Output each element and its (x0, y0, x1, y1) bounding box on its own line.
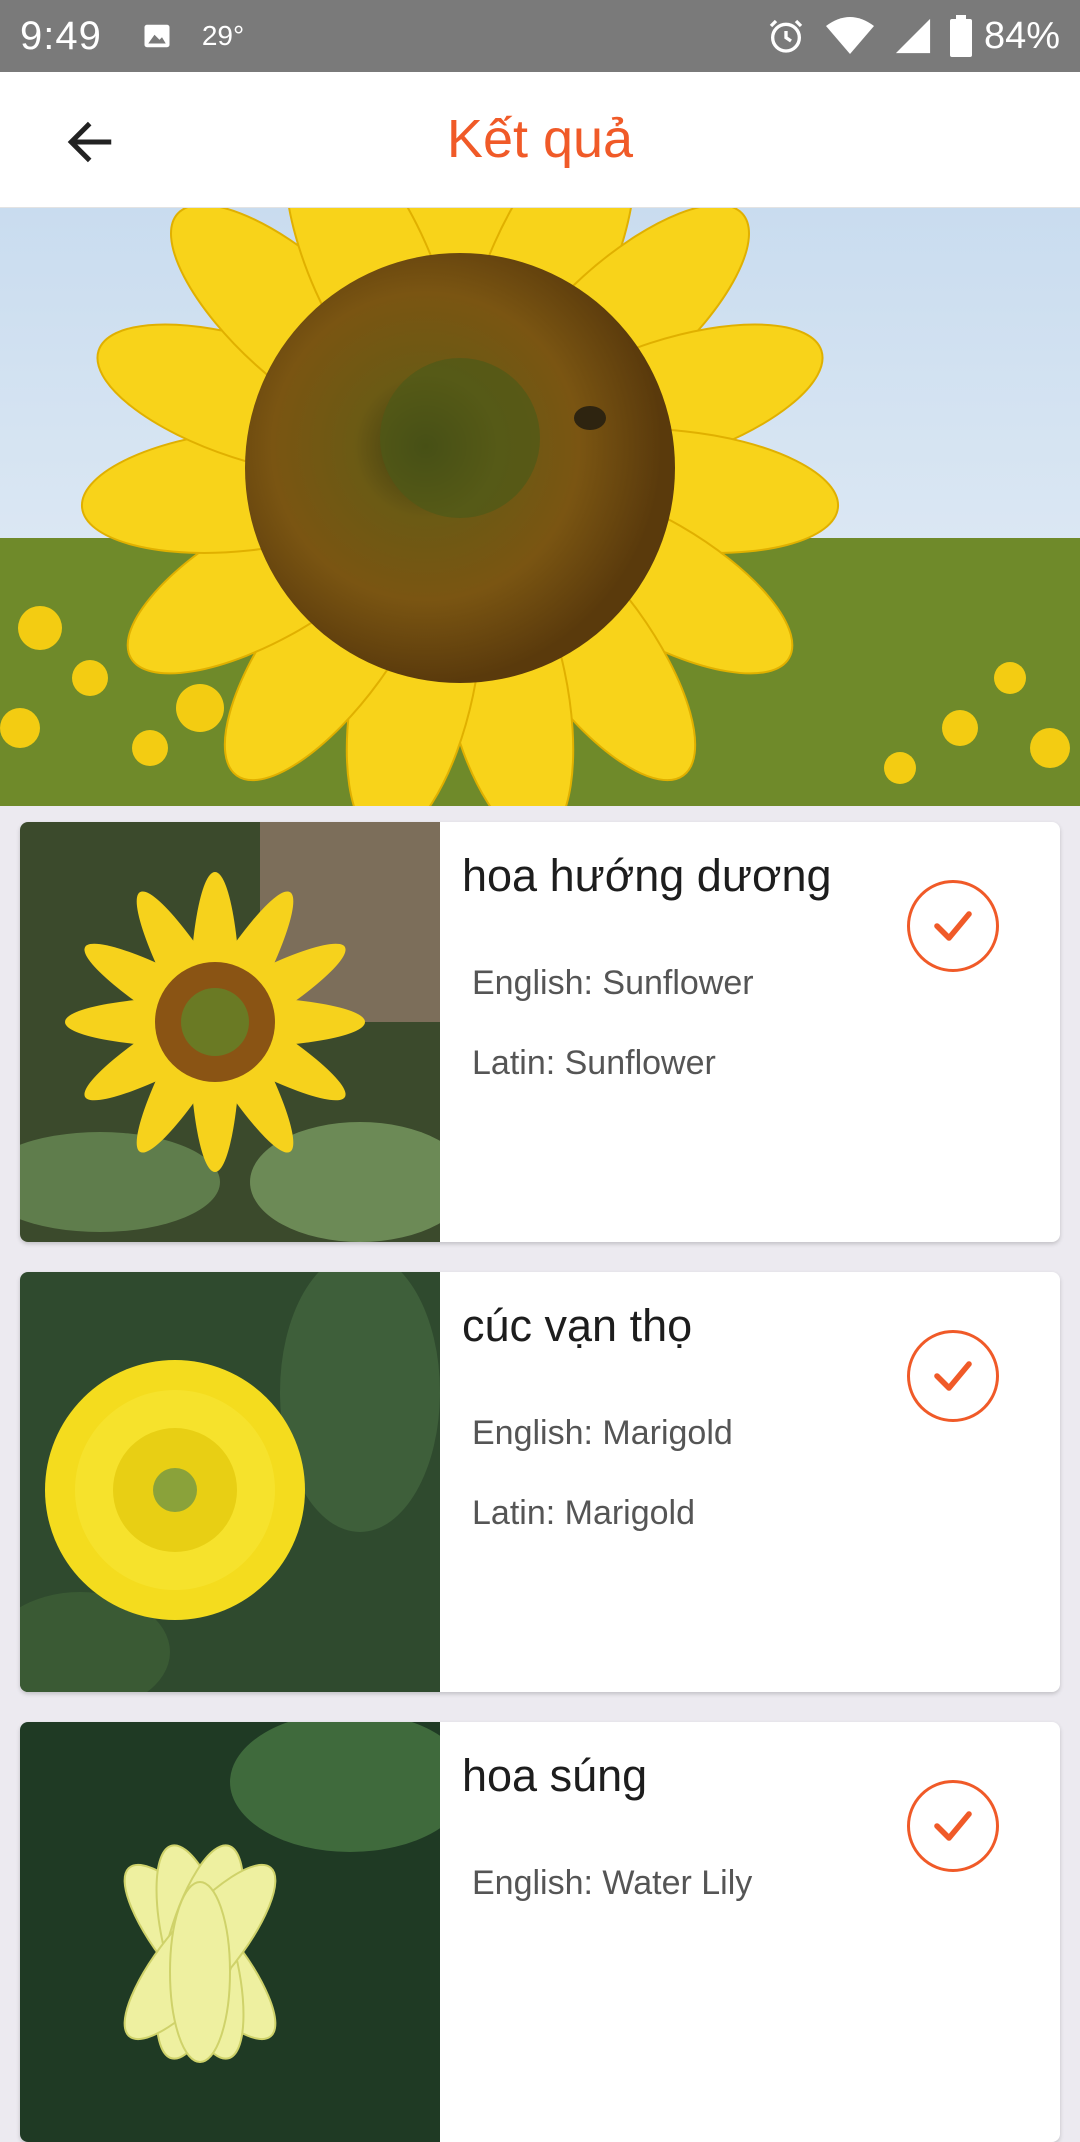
latin-name: Latin: Marigold (472, 1494, 696, 1532)
alarm-icon (769, 19, 803, 53)
battery-percent: 84% (983, 14, 1060, 57)
flower-name: hoa hướng dương (462, 850, 832, 901)
status-time: 9:49 (20, 13, 102, 58)
water-lily-thumb (20, 1722, 440, 2142)
english-name: English: Sunflower (472, 964, 754, 1002)
flower-name: hoa súng (462, 1750, 648, 1801)
latin-name: Latin: Sunflower (472, 1044, 716, 1082)
result-card[interactable]: cúc vạn thọ English: Marigold Latin: Mar… (20, 1272, 1060, 1692)
result-card[interactable]: hoa hướng dương English: Sunflower Latin… (20, 822, 1060, 1242)
result-card[interactable]: hoa súng English: Water Lily (20, 1722, 1060, 2142)
sunflower-photo (0, 208, 1080, 806)
flower-name: cúc vạn thọ (462, 1300, 693, 1351)
check-icon (934, 1361, 972, 1391)
hero-image (0, 208, 1080, 806)
wifi-icon (825, 17, 874, 54)
english-name: English: Water Lily (472, 1864, 753, 1902)
app-bar: Kết quả (0, 72, 1080, 208)
check-icon (934, 911, 972, 941)
select-button[interactable] (907, 1330, 999, 1422)
marigold-thumb (20, 1272, 440, 1692)
english-name: English: Marigold (472, 1414, 733, 1452)
select-button[interactable] (907, 1780, 999, 1872)
page-title: Kết quả (446, 109, 634, 169)
sunflower-thumb (20, 822, 440, 1242)
image-icon (144, 24, 170, 48)
cellular-icon (895, 18, 931, 54)
battery-icon (949, 15, 972, 57)
status-temperature: 29° (201, 20, 245, 51)
status-bar: 9:49 29° 84% (0, 0, 1080, 72)
select-button[interactable] (907, 880, 999, 972)
check-icon (934, 1811, 972, 1841)
